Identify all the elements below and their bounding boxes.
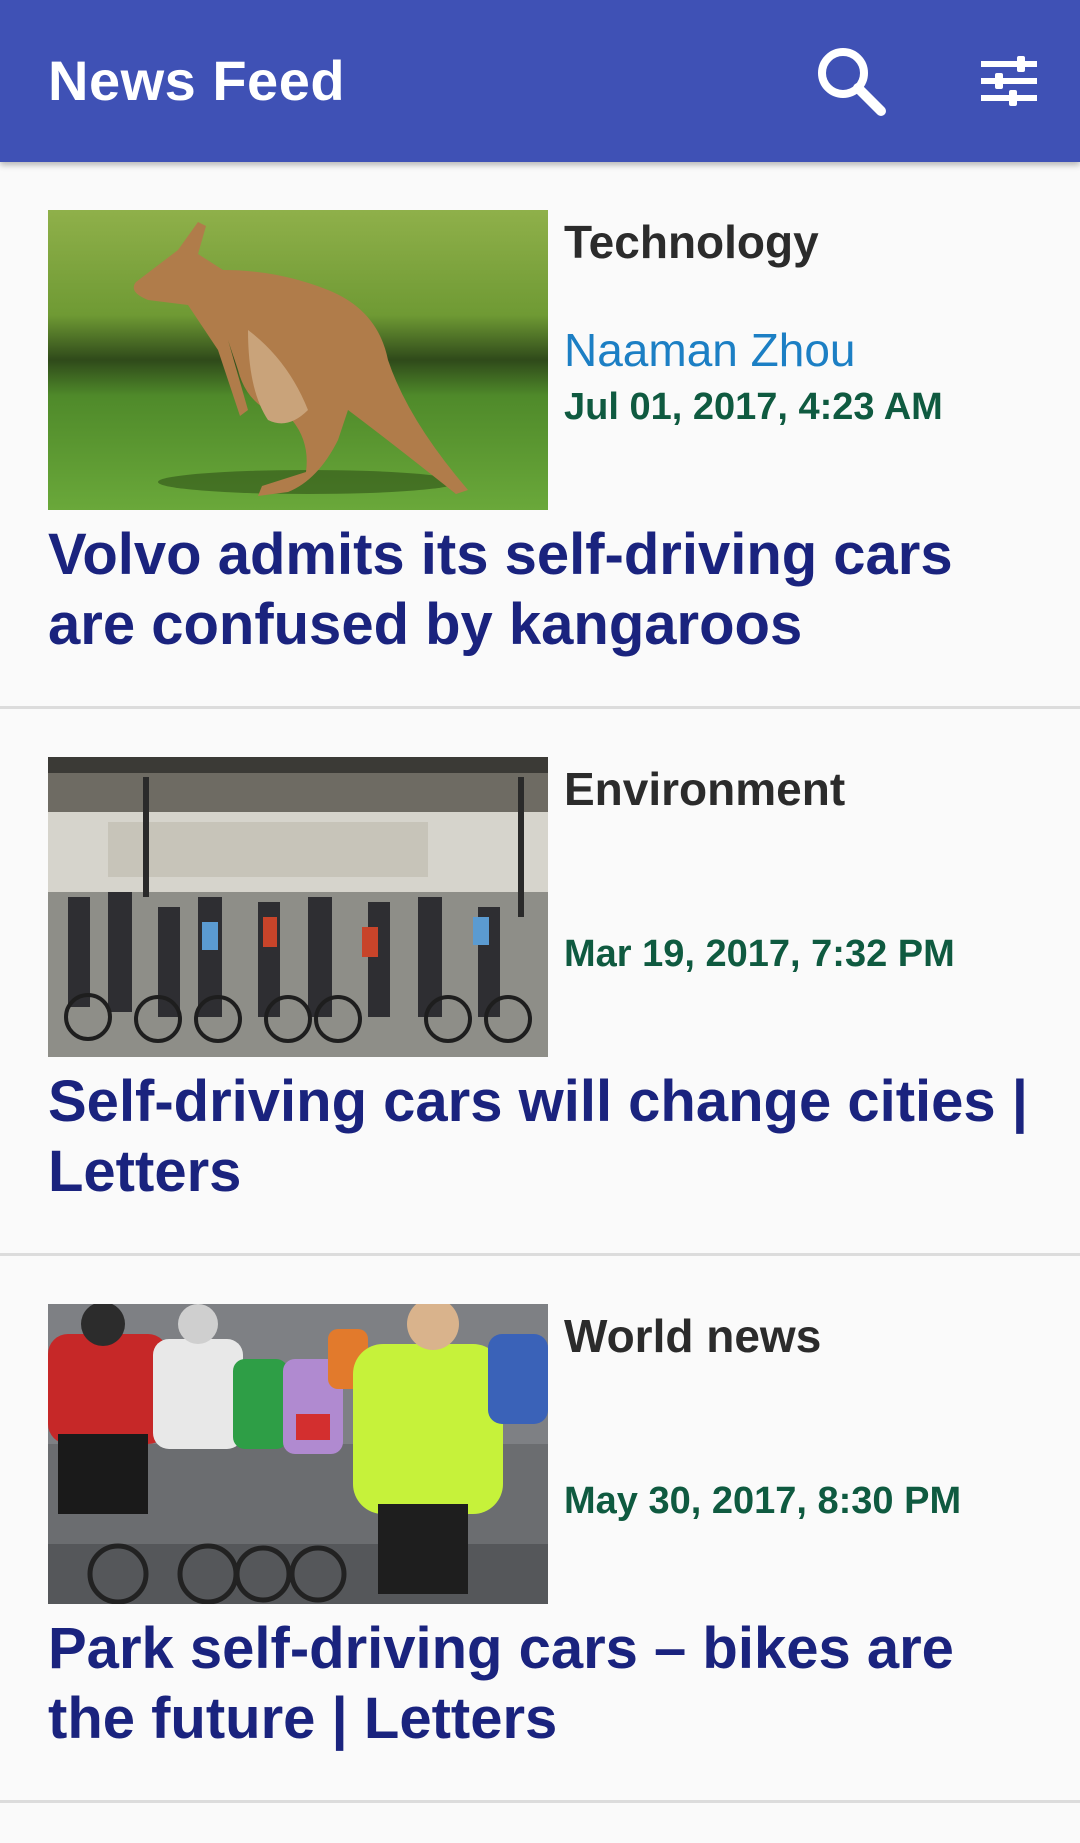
article-thumbnail <box>48 210 548 510</box>
article-section: Technology <box>564 216 819 268</box>
article-card[interactable]: Technology Naaman Zhou Jul 01, 2017, 4:2… <box>0 162 1080 709</box>
app-title: News Feed <box>48 49 346 112</box>
article-card[interactable]: Environment Mar 19, 2017, 7:32 PM Self-d… <box>0 709 1080 1256</box>
article-card[interactable]: World news May 30, 2017, 8:30 PM Park se… <box>0 1256 1080 1803</box>
article-thumbnail <box>48 757 548 1057</box>
city-crossing-cyclists-photo <box>48 757 548 1057</box>
article-date: Jul 01, 2017, 4:23 AM <box>564 386 943 428</box>
article-date: Mar 19, 2017, 7:32 PM <box>564 933 955 975</box>
article-headline[interactable]: Park self-driving cars – bikes are the f… <box>48 1614 1048 1754</box>
article-headline[interactable]: Self-driving cars will change cities | L… <box>48 1067 1048 1207</box>
cyclists-race-photo <box>48 1304 548 1604</box>
news-feed-list: Technology Naaman Zhou Jul 01, 2017, 4:2… <box>0 162 1080 1803</box>
app-bar: News Feed <box>0 0 1080 162</box>
article-thumbnail <box>48 1304 548 1604</box>
filter-settings-button[interactable] <box>964 36 1054 126</box>
article-date: May 30, 2017, 8:30 PM <box>564 1480 962 1522</box>
article-section: Environment <box>564 763 846 815</box>
article-headline[interactable]: Volvo admits its self-driving cars are c… <box>48 520 1048 660</box>
search-icon <box>818 48 886 116</box>
article-section: World news <box>564 1310 822 1362</box>
filter-settings-icon <box>981 56 1037 106</box>
kangaroo-photo <box>48 210 548 510</box>
search-button[interactable] <box>806 36 896 126</box>
article-author[interactable]: Naaman Zhou <box>564 322 856 378</box>
